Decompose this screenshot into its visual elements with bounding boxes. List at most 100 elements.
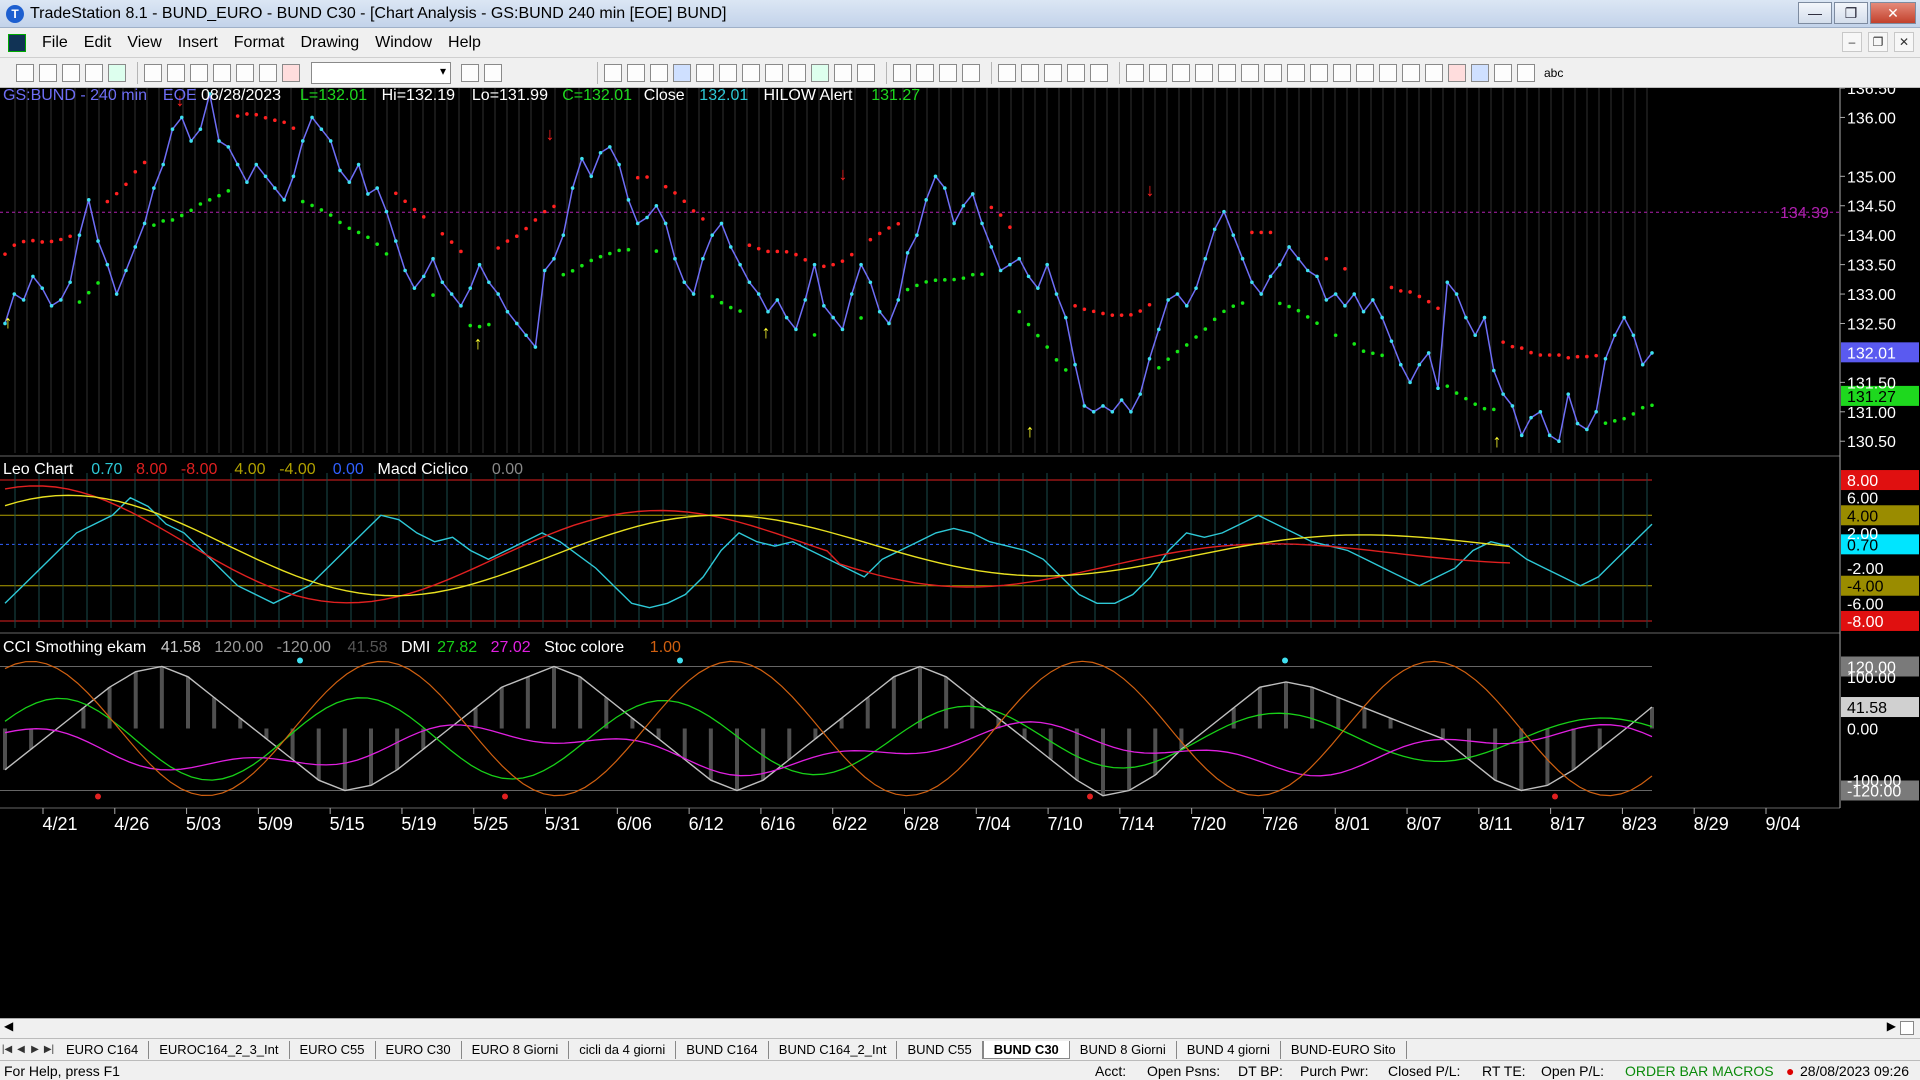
bars-icon[interactable]	[834, 63, 852, 82]
close-button[interactable]: ✕	[1870, 2, 1916, 24]
hammer-icon[interactable]	[1044, 63, 1062, 82]
chart-area[interactable]: ↓↓↓↓↑↑↑↑ ↑136.50136.00135.00134.50134.001…	[0, 88, 1920, 1026]
hilow-green-dot	[719, 300, 724, 305]
palette-icon[interactable]	[282, 63, 300, 82]
arrow-up-icon[interactable]	[1471, 63, 1489, 82]
status-order-bar-macros[interactable]: ORDER BAR MACROS	[1625, 1063, 1774, 1079]
bar-type-icon[interactable]	[604, 63, 622, 82]
arrows-icon[interactable]	[1333, 63, 1351, 82]
price-point	[496, 292, 500, 296]
hilow-red-dot	[235, 114, 240, 118]
workspace-icon[interactable]	[108, 63, 126, 82]
lock-icon[interactable]	[236, 63, 254, 82]
pen-icon[interactable]	[1402, 63, 1420, 82]
zoom-out-icon[interactable]	[962, 63, 980, 82]
tab-euro-c30[interactable]: EURO C30	[376, 1040, 462, 1059]
tab-next-icon[interactable]: ▶	[28, 1044, 42, 1055]
hilow-green-dot	[738, 309, 742, 313]
indicator-icon[interactable]	[673, 63, 691, 82]
text-tool-icon[interactable]: abc	[1544, 66, 1563, 80]
quote-icon[interactable]	[788, 63, 806, 82]
channel-icon[interactable]	[1264, 63, 1282, 82]
copy-icon[interactable]	[62, 63, 80, 82]
tab-cicli-4-giorni[interactable]: cicli da 4 giorni	[569, 1040, 677, 1059]
widen-icon[interactable]	[916, 63, 934, 82]
fan-icon[interactable]	[1241, 63, 1259, 82]
rectangle-icon[interactable]	[1517, 63, 1535, 82]
mdi-close-button[interactable]: ✕	[1894, 32, 1914, 52]
tab-euro-8-giorni[interactable]: EURO 8 Giorni	[462, 1040, 570, 1059]
tab-prev-icon[interactable]: ◀	[14, 1044, 28, 1055]
arrow-down-icon[interactable]	[1448, 63, 1466, 82]
vertical-lines-icon[interactable]	[1149, 63, 1167, 82]
refresh-icon[interactable]	[719, 63, 737, 82]
menu-view[interactable]: View	[119, 34, 169, 52]
price-point	[96, 239, 100, 243]
window-icon[interactable]	[213, 63, 231, 82]
hilow-green-dot	[1315, 321, 1319, 325]
link-icon[interactable]	[742, 63, 760, 82]
trendline-icon[interactable]	[1126, 63, 1144, 82]
tab-bund-c30[interactable]: BUND C30	[982, 1040, 1070, 1059]
tab-last-icon[interactable]: ▶|	[42, 1044, 56, 1055]
line-type-icon[interactable]	[627, 63, 645, 82]
menu-insert[interactable]: Insert	[170, 34, 226, 52]
chart-icon[interactable]	[811, 63, 829, 82]
tab-euro-c55[interactable]: EURO C55	[290, 1040, 376, 1059]
scale-icon[interactable]	[857, 63, 875, 82]
menu-window[interactable]: Window	[367, 34, 440, 52]
scroll-thumb[interactable]	[1900, 1021, 1914, 1035]
tab-bund-euro-sito[interactable]: BUND-EURO Sito	[1281, 1040, 1407, 1059]
paste-icon[interactable]	[85, 63, 103, 82]
fibonacci-icon[interactable]	[1195, 63, 1213, 82]
print-icon[interactable]	[144, 63, 162, 82]
tab-bund-4-giorni[interactable]: BUND 4 giorni	[1177, 1040, 1281, 1059]
disabled-icon[interactable]	[1090, 63, 1108, 82]
menu-edit[interactable]: Edit	[76, 34, 120, 52]
strategy-icon[interactable]	[696, 63, 714, 82]
menu-format[interactable]: Format	[226, 34, 293, 52]
table-icon[interactable]	[650, 63, 668, 82]
chart-window-icon[interactable]	[8, 33, 26, 52]
tab-bund-c55[interactable]: BUND C55	[897, 1040, 983, 1059]
new-icon[interactable]	[16, 63, 34, 82]
narrow-icon[interactable]	[893, 63, 911, 82]
pitchfork-icon[interactable]	[1287, 63, 1305, 82]
speed-lines-icon[interactable]	[1310, 63, 1328, 82]
print-preview-icon[interactable]	[167, 63, 185, 82]
open-icon[interactable]	[39, 63, 57, 82]
menu-help[interactable]: Help	[440, 34, 489, 52]
maximize-button[interactable]: ❐	[1834, 2, 1868, 24]
horizontal-lines-icon[interactable]	[1172, 63, 1190, 82]
curve-icon[interactable]	[1425, 63, 1443, 82]
gann-icon[interactable]	[1218, 63, 1236, 82]
export-icon[interactable]	[1067, 63, 1085, 82]
tab-euro-c164[interactable]: EURO C164	[56, 1040, 150, 1059]
tab-euroc164-2-3-int[interactable]: EUROC164_2_3_Int	[149, 1040, 290, 1059]
globe-icon[interactable]	[765, 63, 783, 82]
pointer-icon[interactable]	[998, 63, 1016, 82]
tab-first-icon[interactable]: |◀	[0, 1044, 14, 1055]
ellipse-icon[interactable]	[1494, 63, 1512, 82]
stoc-bottom-dot	[1087, 793, 1093, 800]
zoom-icon[interactable]	[484, 63, 502, 82]
mdi-minimize-button[interactable]: –	[1842, 32, 1862, 52]
tab-bund-c164[interactable]: BUND C164	[676, 1040, 769, 1059]
symbol-combo[interactable]	[311, 61, 451, 84]
layout-icon[interactable]	[190, 63, 208, 82]
regression-icon[interactable]	[1379, 63, 1397, 82]
tab-bund-c164-2-int[interactable]: BUND C164_2_Int	[769, 1040, 898, 1059]
minimize-button[interactable]: —	[1798, 2, 1832, 24]
mdi-restore-button[interactable]: ❐	[1868, 32, 1888, 52]
tools-icon[interactable]	[259, 63, 277, 82]
menu-drawing[interactable]: Drawing	[292, 34, 367, 52]
price-point	[384, 209, 389, 214]
cycle-icon[interactable]	[1356, 63, 1374, 82]
cursor-icon[interactable]	[1021, 63, 1039, 82]
zoom-in-icon[interactable]	[939, 63, 957, 82]
menu-file[interactable]: File	[34, 34, 76, 52]
tab-bund-8-giorni[interactable]: BUND 8 Giorni	[1070, 1040, 1177, 1059]
status-indicator-icon: ●	[1786, 1063, 1795, 1079]
horizontal-scrollbar[interactable]: ◀ ▶	[0, 1018, 1920, 1038]
arrow-right-icon[interactable]	[461, 63, 479, 82]
